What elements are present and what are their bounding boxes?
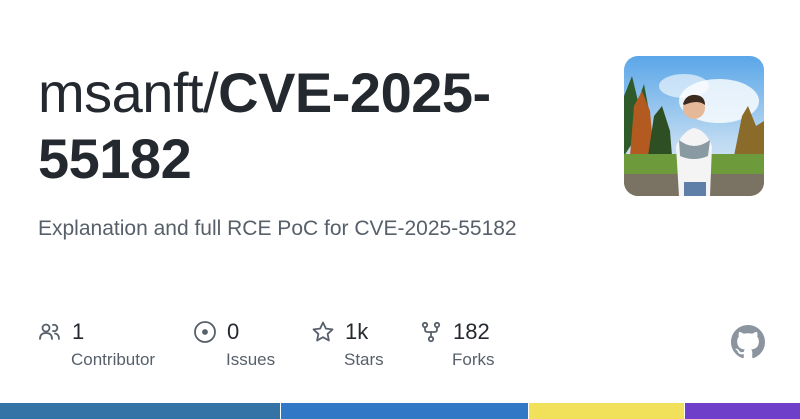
language-bar [0, 403, 800, 419]
stat-stars[interactable]: 1k Stars [311, 316, 384, 370]
language-bar-segment [280, 403, 528, 419]
issues-count: 0 [227, 319, 240, 344]
forks-label: Forks [452, 350, 495, 369]
language-bar-segment [684, 403, 800, 419]
contributors-count: 1 [72, 319, 85, 344]
star-icon [312, 321, 334, 342]
stars-count: 1k [345, 319, 369, 344]
stat-issues[interactable]: 0 Issues [193, 316, 275, 370]
fork-icon [421, 321, 441, 343]
repo-owner[interactable]: msanft/ [38, 61, 219, 124]
stars-label: Stars [344, 350, 384, 369]
language-bar-segment [0, 403, 280, 419]
language-bar-segment [528, 403, 684, 419]
contributors-label: Contributor [71, 350, 156, 369]
forks-count: 182 [453, 319, 490, 344]
github-logo-icon[interactable] [731, 325, 765, 359]
repo-description: Explanation and full RCE PoC for CVE-202… [38, 217, 517, 240]
issue-icon [194, 321, 216, 343]
repo-title: msanft/CVE-2025-55182 [38, 60, 598, 192]
stat-contributors[interactable]: 1 Contributor [38, 316, 155, 370]
people-icon [39, 323, 60, 340]
issues-label: Issues [226, 350, 276, 369]
avatar[interactable] [624, 56, 764, 196]
stat-forks[interactable]: 182 Forks [419, 316, 495, 370]
